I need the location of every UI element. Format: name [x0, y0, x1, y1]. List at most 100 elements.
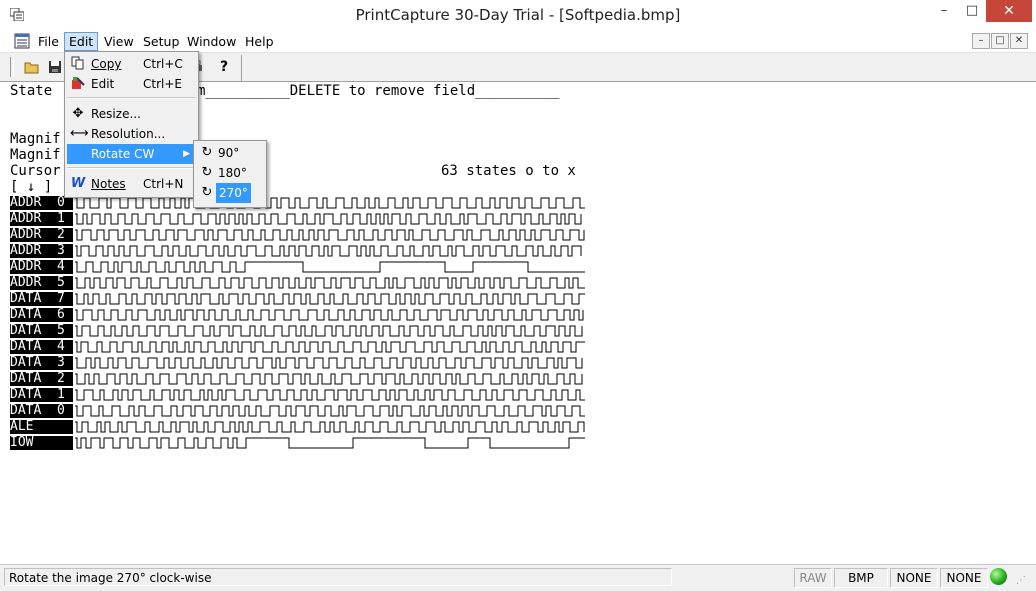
- signal-label: ADDR 1: [10, 212, 73, 226]
- status-bar: Rotate the image 270° clock-wise RAW BMP…: [0, 564, 1036, 591]
- signal-trace: [75, 389, 585, 401]
- signal-trace: [75, 341, 585, 353]
- menu-item-copy[interactable]: Copy Ctrl+C: [67, 54, 196, 74]
- signal-label: DATA 6: [10, 308, 73, 322]
- menu-edit[interactable]: Edit: [64, 32, 99, 51]
- maximize-button[interactable]: □: [958, 0, 986, 22]
- mdi-close-button[interactable]: ✕: [1010, 33, 1028, 49]
- signal-trace: [75, 293, 585, 305]
- signal-label: DATA 3: [10, 356, 73, 370]
- resolution-arrow-icon: ⟷: [70, 126, 89, 141]
- signal-trace: [75, 245, 582, 257]
- signal-label: DATA 7: [10, 292, 73, 306]
- signal-label: ADDR 0: [10, 196, 73, 210]
- rotate-90-label: 90°: [218, 146, 240, 160]
- menu-item-resize[interactable]: ✥ Resize...: [67, 104, 196, 124]
- edit-menu: Copy Ctrl+C Edit Ctrl+E ✥ Resize... ⟷ Re…: [64, 51, 199, 198]
- mdi-restore-button[interactable]: □: [991, 33, 1009, 49]
- mdi-minimize-button[interactable]: –: [972, 33, 990, 49]
- signal-trace: [75, 197, 585, 209]
- copy-shortcut: Ctrl+C: [143, 57, 183, 71]
- signal-trace: [75, 277, 585, 289]
- rotate-icon: ↻: [201, 145, 213, 160]
- menu-item-resolution[interactable]: ⟷ Resolution...: [67, 124, 196, 144]
- toolbar-separator: [241, 55, 242, 81]
- menu-setup[interactable]: Setup: [139, 33, 183, 50]
- status-none-1: NONE: [890, 568, 938, 588]
- status-led-icon: [990, 568, 1007, 585]
- signal-label: ADDR 4: [10, 260, 73, 274]
- menu-bar: File Edit View Setup Window Help: [0, 30, 1036, 53]
- edit-label: Edit: [91, 77, 115, 91]
- rotate-submenu: ↻ 90° ↻ 180° ↻ 270°: [193, 140, 267, 208]
- document-icon[interactable]: [14, 33, 30, 49]
- captured-text-magnif-1: Magnif: [10, 131, 61, 147]
- signal-label: DATA 0: [10, 404, 73, 418]
- resize-grip-icon[interactable]: ⋰: [1016, 575, 1030, 589]
- rotate-cw-label: Rotate CW: [91, 147, 155, 161]
- rotate-270-label: 270°: [216, 183, 251, 203]
- signal-trace: [75, 325, 583, 337]
- signal-trace: [75, 261, 585, 273]
- edit-paint-icon: [70, 76, 86, 92]
- menu-item-rotate-cw[interactable]: Rotate CW ▶: [67, 144, 196, 164]
- submenu-arrow-icon: ▶: [183, 149, 190, 159]
- signal-trace: [75, 357, 583, 369]
- signal-label: DATA 5: [10, 324, 73, 338]
- signal-label: ADDR 5: [10, 276, 73, 290]
- menu-item-rotate-180[interactable]: ↻ 180°: [196, 163, 264, 183]
- notes-shortcut: Ctrl+N: [143, 177, 184, 191]
- captured-text-arrow: [ ↓ ]: [10, 179, 53, 195]
- notes-label: Notes: [91, 177, 126, 191]
- signal-label: ADDR 3: [10, 244, 73, 258]
- signal-label: DATA 2: [10, 372, 73, 386]
- title-bar: PrintCapture 30-Day Trial - [Softpedia.b…: [0, 0, 1036, 30]
- copy-label: Copy: [91, 57, 122, 71]
- signal-label: ADDR 2: [10, 228, 73, 242]
- resize-label: Resize...: [91, 107, 141, 121]
- resize-arrows-icon: ✥: [72, 106, 84, 121]
- close-button[interactable]: ✕: [986, 0, 1032, 22]
- signal-label: DATA 4: [10, 340, 73, 354]
- menu-help[interactable]: Help: [241, 33, 278, 50]
- status-none-2: NONE: [940, 568, 988, 588]
- status-bmp: BMP: [834, 568, 888, 588]
- save-disk-icon[interactable]: [44, 56, 66, 78]
- signal-label: DATA 1: [10, 388, 73, 402]
- signal-label: IOW: [10, 436, 73, 450]
- rotate-180-label: 180°: [218, 166, 247, 180]
- captured-text-state: State: [10, 83, 53, 99]
- signal-label: ALE: [10, 420, 73, 434]
- copy-icon: [70, 56, 86, 72]
- signal-trace: [75, 229, 585, 241]
- menu-item-edit[interactable]: Edit Ctrl+E: [67, 74, 196, 94]
- menu-separator: [67, 97, 196, 99]
- window-title: PrintCapture 30-Day Trial - [Softpedia.b…: [355, 6, 681, 24]
- rotate-icon: ↻: [201, 185, 213, 200]
- captured-text-magnif-2: Magnif: [10, 147, 61, 163]
- signal-trace: [75, 405, 585, 417]
- menu-file[interactable]: File: [34, 33, 63, 50]
- status-message: Rotate the image 270° clock-wise: [4, 568, 672, 586]
- help-icon[interactable]: ?: [213, 56, 235, 78]
- signal-trace: [75, 421, 585, 433]
- captured-text-delete: m__________DELETE to remove field_______…: [197, 83, 560, 99]
- captured-text-states: 63 states o to x: [441, 163, 576, 179]
- menu-item-notes[interactable]: W Notes Ctrl+N: [67, 174, 196, 194]
- signal-trace: [75, 309, 584, 321]
- menu-view[interactable]: View: [100, 33, 138, 50]
- open-folder-icon[interactable]: [21, 56, 43, 78]
- captured-text-cursor: Cursor: [10, 163, 61, 179]
- menu-item-rotate-90[interactable]: ↻ 90°: [196, 143, 264, 163]
- menu-item-rotate-270[interactable]: ↻ 270°: [196, 183, 264, 203]
- menu-separator: [67, 167, 196, 169]
- edit-shortcut: Ctrl+E: [143, 77, 182, 91]
- minimize-button[interactable]: –: [930, 0, 958, 22]
- rotate-icon: ↻: [201, 165, 213, 180]
- signal-trace: [75, 373, 583, 385]
- notes-w-icon: W: [70, 176, 86, 191]
- menu-window[interactable]: Window: [183, 33, 240, 50]
- signal-trace: [75, 437, 585, 449]
- resolution-label: Resolution...: [91, 127, 166, 141]
- toolbar-grip[interactable]: [10, 57, 14, 77]
